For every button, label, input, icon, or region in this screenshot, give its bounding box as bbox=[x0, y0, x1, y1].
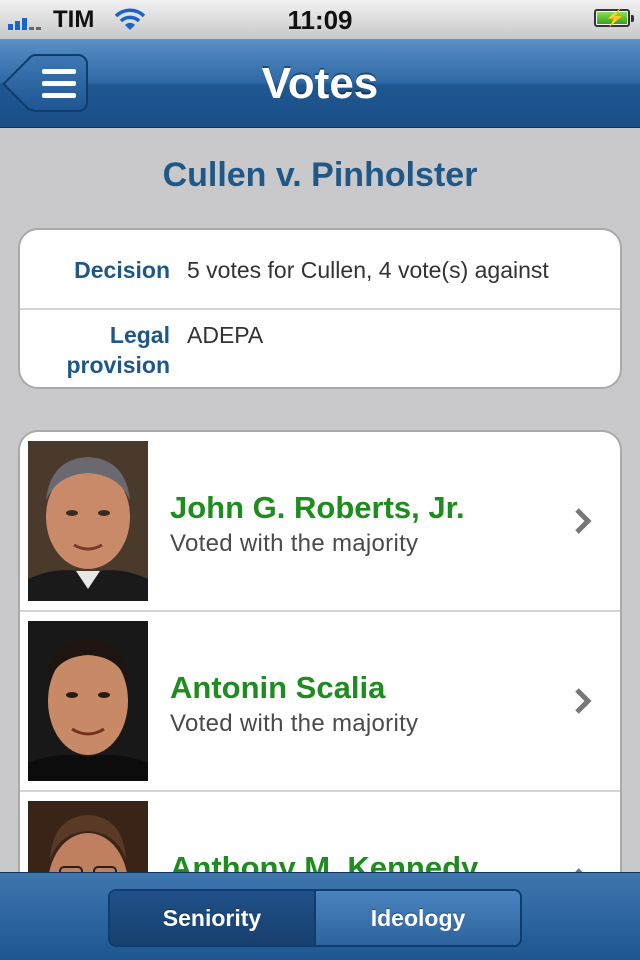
navigation-bar: Votes bbox=[0, 40, 640, 128]
chevron-right-icon bbox=[575, 688, 592, 714]
legal-provision-row: Legal provision ADEPA bbox=[20, 310, 620, 387]
chevron-right-icon bbox=[575, 508, 592, 534]
legal-provision-value: ADEPA bbox=[187, 322, 264, 348]
battery-charging-icon: ⚡ bbox=[594, 9, 634, 27]
avatar bbox=[28, 621, 148, 781]
seniority-tab[interactable]: Seniority bbox=[110, 891, 316, 945]
legal-provision-label-line2: provision bbox=[66, 352, 170, 378]
justice-name: Antonin Scalia bbox=[170, 670, 386, 705]
page-title: Votes bbox=[261, 59, 379, 108]
decision-value: 5 votes for Cullen, 4 vote(s) against bbox=[187, 257, 549, 283]
justice-vote: Voted with the majority bbox=[170, 530, 419, 557]
legal-provision-label: Legal provision bbox=[66, 320, 170, 380]
decision-row: Decision 5 votes for Cullen, 4 vote(s) a… bbox=[20, 230, 620, 310]
case-info-card: Decision 5 votes for Cullen, 4 vote(s) a… bbox=[18, 228, 622, 389]
legal-provision-label-line1: Legal bbox=[109, 322, 170, 348]
justice-name: John G. Roberts, Jr. bbox=[170, 490, 465, 525]
case-title: Cullen v. Pinholster bbox=[162, 156, 478, 194]
ideology-tab[interactable]: Ideology bbox=[316, 891, 520, 945]
decision-label: Decision bbox=[74, 257, 170, 283]
sort-segmented-control: Seniority Ideology bbox=[108, 889, 522, 947]
bottom-toolbar: Seniority Ideology bbox=[0, 872, 640, 960]
status-time: 11:09 bbox=[287, 5, 353, 35]
status-bar: TIM 11:09 ⚡ bbox=[0, 0, 640, 40]
list-item[interactable]: Antonin Scalia Voted with the majority bbox=[20, 612, 620, 792]
justice-vote: Voted with the majority bbox=[170, 710, 419, 737]
list-item[interactable]: John G. Roberts, Jr. Voted with the majo… bbox=[20, 432, 620, 612]
avatar bbox=[28, 441, 148, 601]
